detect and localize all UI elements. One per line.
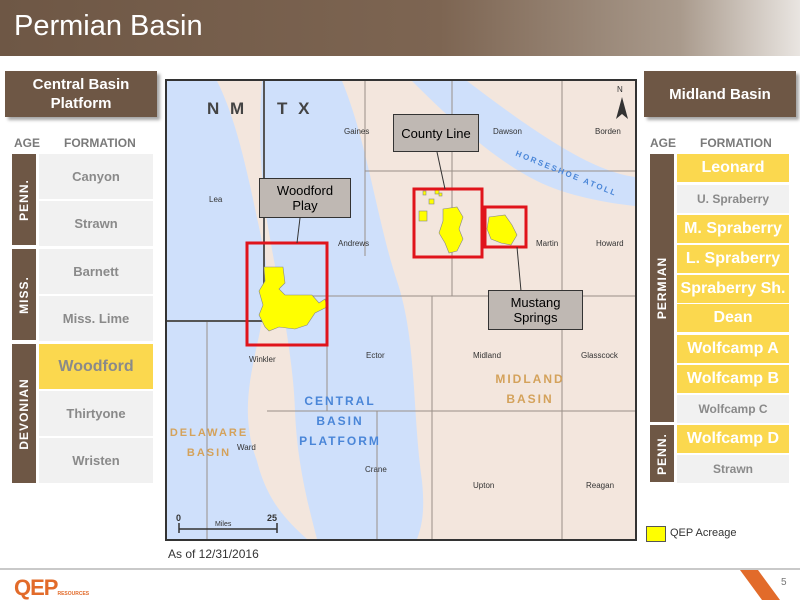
formation-woodford: Woodford [39, 344, 153, 389]
page-title: Permian Basin [14, 10, 203, 42]
right-age-permian: PERMIAN [650, 154, 674, 422]
county-crane: Crane [365, 465, 387, 474]
county-winkler: Winkler [249, 355, 276, 364]
formation-wolfcamp-a: Wolfcamp A [677, 335, 789, 363]
left-formation-label: FORMATION [64, 136, 136, 150]
county-martin: Martin [536, 239, 559, 248]
county-dawson: Dawson [493, 127, 522, 136]
left-age-miss: MISS. [12, 249, 36, 340]
qep-acreage-label: QEP Acreage [670, 527, 737, 539]
delaware-basin-label: DELAWARE BASIN [169, 427, 249, 459]
scale-unit: Miles [215, 521, 232, 528]
formation-wristen: Wristen [39, 438, 153, 483]
chevron-decoration-icon [740, 570, 780, 600]
formation-canyon: Canyon [39, 154, 153, 199]
formation-wolfcamp-c: Wolfcamp C [677, 395, 789, 423]
county-midland: Midland [473, 351, 502, 360]
scale-start: 0 [176, 513, 182, 523]
formation-m-spraberry: M. Spraberry [677, 215, 789, 243]
county-gaines: Gaines [344, 127, 370, 136]
state-nm-label: N M [207, 99, 248, 118]
central-basin-platform-header: Central Basin Platform [5, 71, 157, 117]
county-upton: Upton [473, 481, 495, 490]
page-number: 5 [781, 577, 787, 588]
formation-barnett: Barnett [39, 249, 153, 294]
midland-basin-title: Midland Basin [669, 85, 771, 103]
formation-leonard: Leonard [677, 154, 789, 182]
formation-strawn-right: Strawn [677, 455, 789, 483]
county-line-callout: County Line [393, 114, 479, 152]
left-age-devonian: DEVONIAN [12, 344, 36, 483]
formation-l-spraberry: L. Spraberry [677, 245, 789, 273]
formation-strawn-left: Strawn [39, 201, 153, 246]
left-age-label: AGE [14, 136, 41, 150]
as-of-date: As of 12/31/2016 [168, 547, 259, 561]
formation-spraberry-sh: Spraberry Sh. [677, 275, 789, 303]
woodford-play-callout: Woodford Play [259, 178, 351, 218]
mustang-springs-callout: Mustang Springs [488, 290, 583, 330]
scale-end: 25 [267, 513, 278, 523]
county-ector: Ector [366, 351, 385, 360]
left-age-penn: PENN. [12, 154, 36, 245]
county-andrews: Andrews [338, 239, 370, 248]
formation-wolfcamp-d: Wolfcamp D [677, 425, 789, 453]
permian-basin-map: N M T X N Gaines Dawson Borden Lea Andre… [165, 79, 637, 541]
county-glasscock: Glasscock [581, 351, 618, 360]
north-label: N [617, 85, 623, 94]
right-age-penn: PENN. [650, 425, 674, 482]
county-lea: Lea [209, 195, 223, 204]
county-borden: Borden [595, 127, 621, 136]
midland-basin-header: Midland Basin [644, 71, 796, 117]
formation-miss-lime: Miss. Lime [39, 296, 153, 341]
county-howard: Howard [596, 239, 624, 248]
formation-thirtyone: Thirtyone [39, 391, 153, 436]
central-basin-platform-label: CENTRAL BASIN PLATFORM [299, 394, 381, 448]
central-basin-platform-title: Central Basin Platform [32, 76, 130, 112]
qep-logo: QEPRESOURCES [14, 575, 90, 600]
footer-divider [0, 568, 800, 570]
formation-dean: Dean [677, 304, 789, 332]
right-formation-label: FORMATION [700, 136, 772, 150]
qep-acreage-swatch [646, 526, 666, 542]
right-age-label: AGE [650, 136, 677, 150]
state-tx-label: T X [277, 99, 313, 118]
formation-wolfcamp-b: Wolfcamp B [677, 365, 789, 393]
title-bar: Permian Basin [0, 0, 800, 56]
formation-u-spraberry: U. Spraberry [677, 185, 789, 213]
midland-basin-label: MIDLAND BASIN [495, 372, 565, 406]
county-reagan: Reagan [586, 481, 615, 490]
